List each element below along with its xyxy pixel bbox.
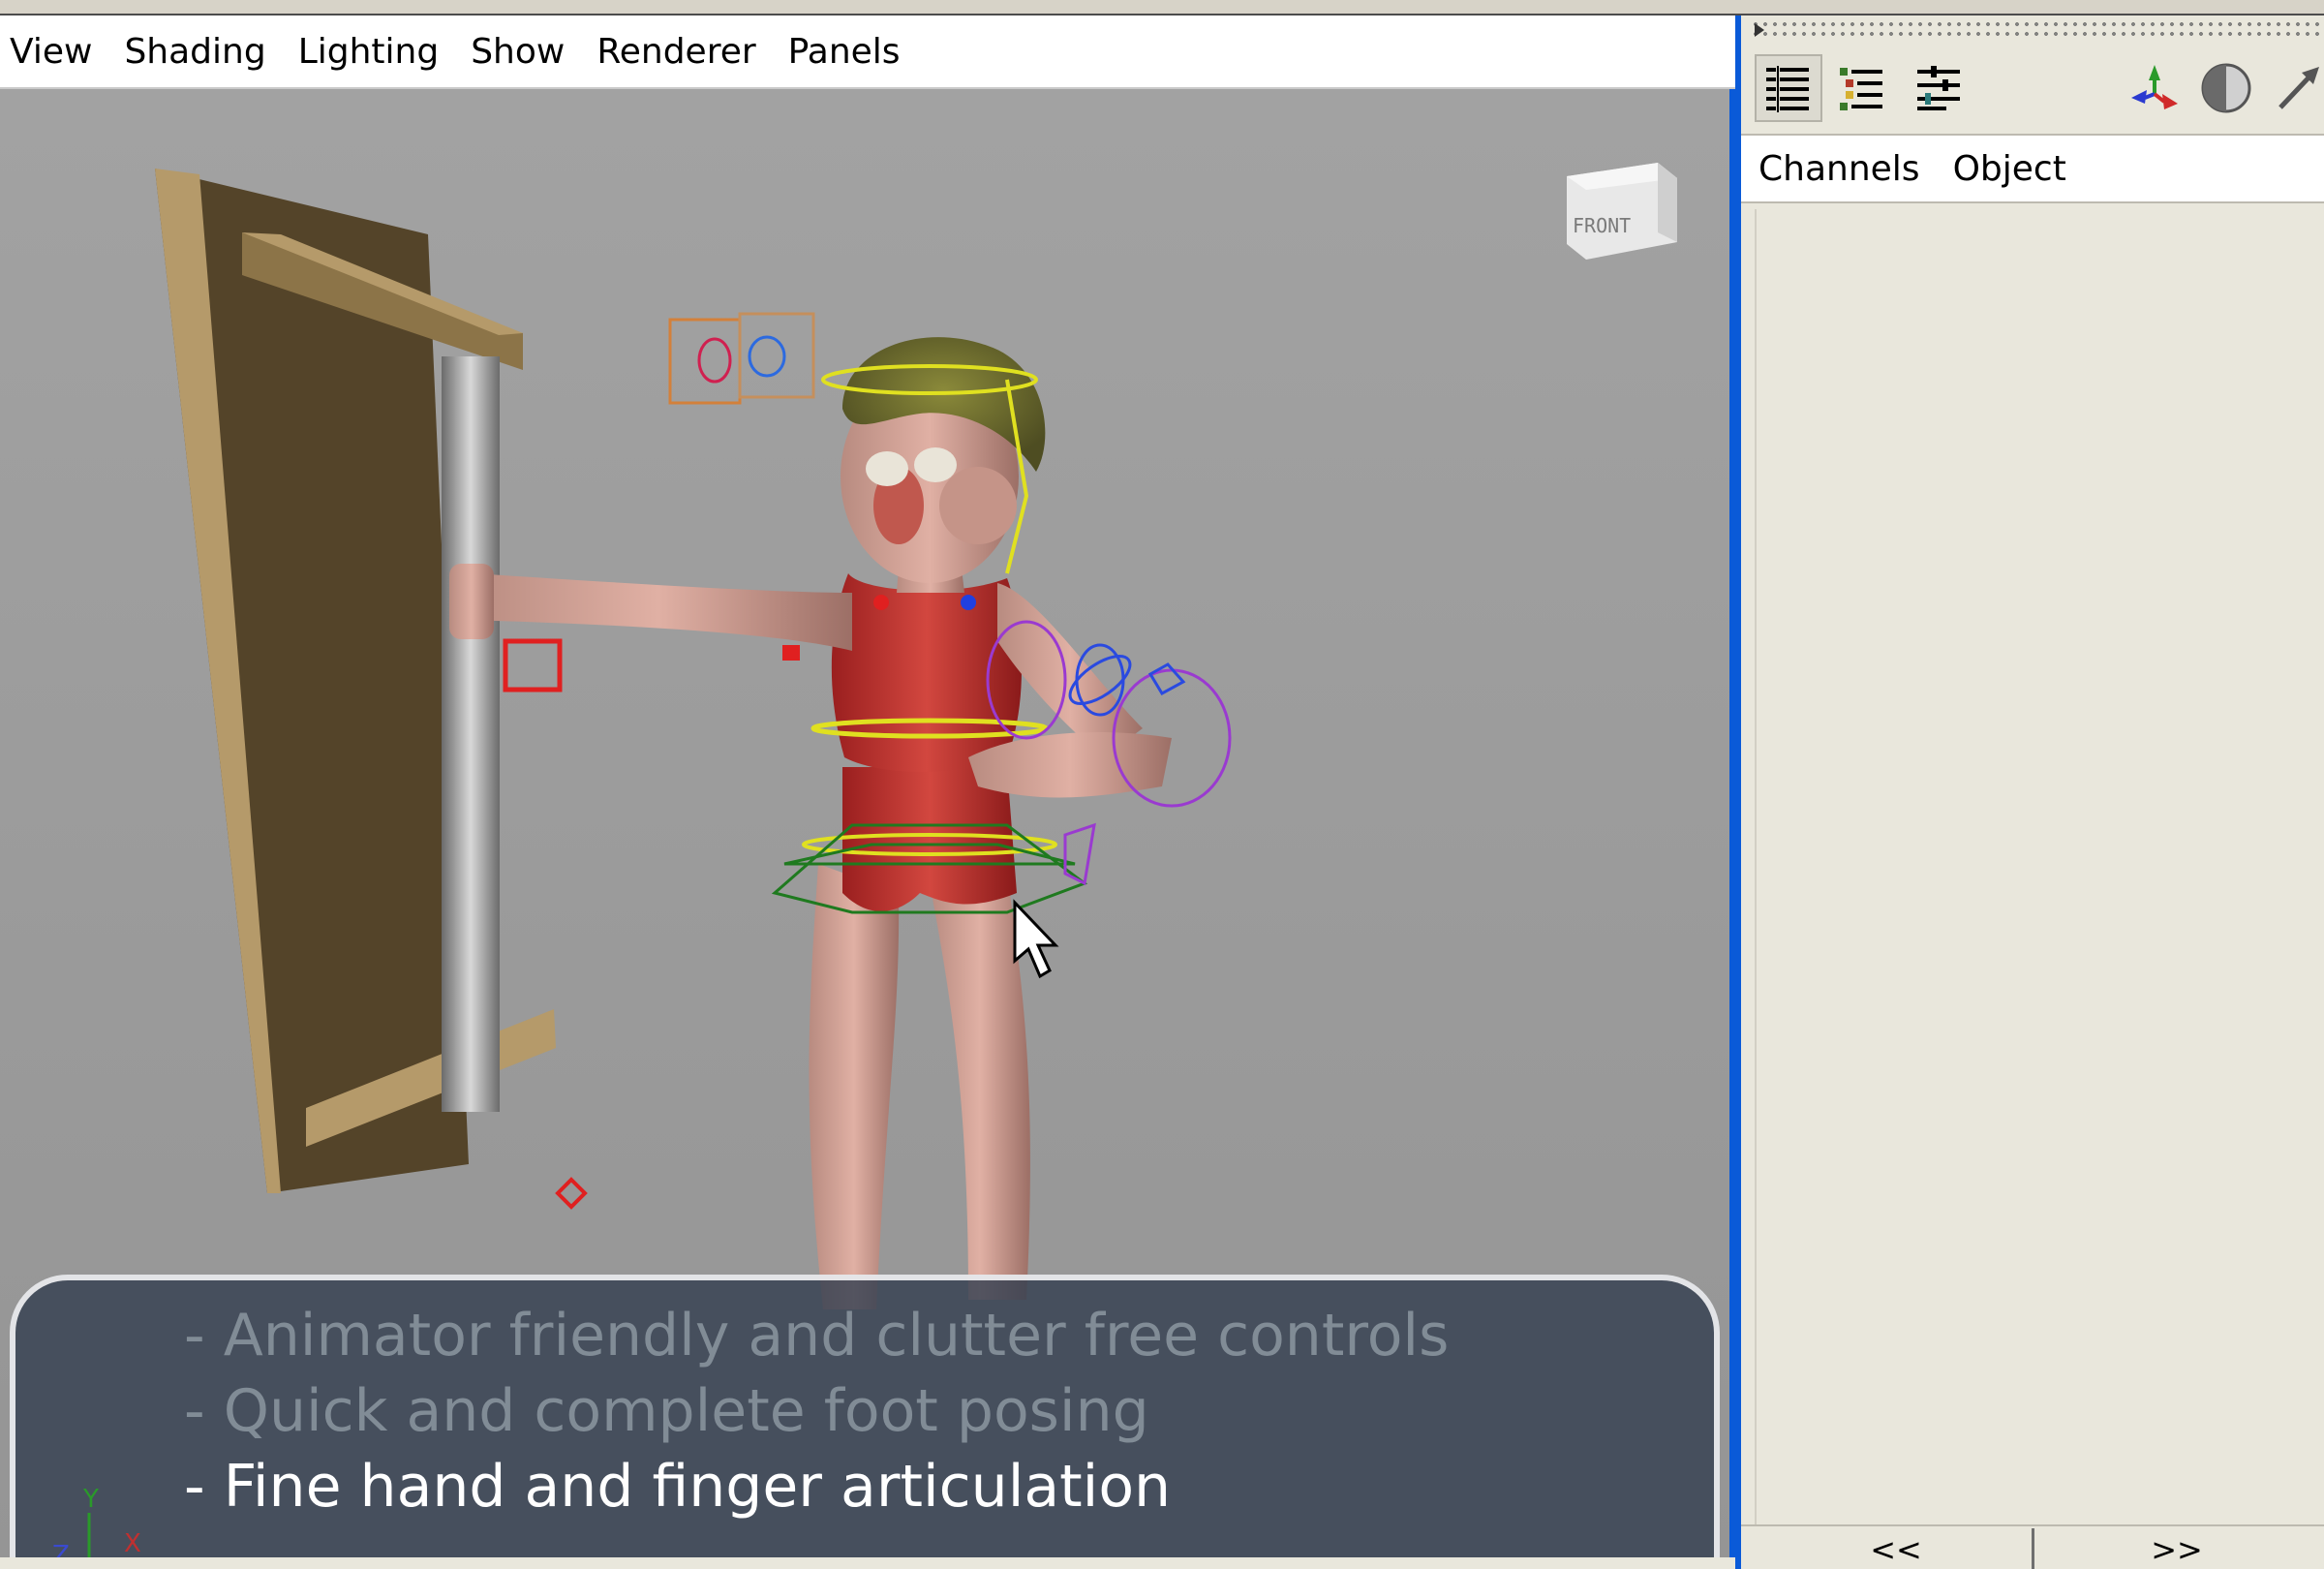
view-cube[interactable]: FRONT [1567,163,1677,260]
view-cube-label: FRONT [1573,214,1631,237]
window-top-strip [0,0,2324,15]
layer-editor-icon[interactable] [1906,54,1973,122]
viewport-panel[interactable]: View Shading Lighting Show Renderer Pane… [0,15,1739,1557]
viewport-canvas[interactable]: FRONT - Animator friendly and clutter fr… [0,89,1729,1557]
caption-overlay: - Animator friendly and clutter free con… [10,1275,1720,1557]
axis-gizmo: Y Z X [52,1485,141,1557]
menu-view[interactable]: View [10,32,92,72]
channel-box-icon[interactable] [1755,54,1822,122]
caption-line-1: - Animator friendly and clutter free con… [184,1302,1450,1369]
axis-y-label: Y [82,1485,99,1514]
nav-divider [2032,1528,2034,1569]
axis-z-label: Z [52,1541,70,1557]
arrow-tool-icon[interactable] [2264,54,2324,122]
menu-show[interactable]: Show [471,32,565,72]
menu-panels[interactable]: Panels [788,32,901,72]
nav-next-button[interactable]: >> [2061,1530,2293,1569]
viewport-menubar: View Shading Lighting Show Renderer Pane… [0,15,1739,89]
panel-collapse-arrow-icon[interactable] [1755,23,1764,37]
panel-grip[interactable] [1751,19,2322,41]
shading-ball-icon[interactable] [2192,54,2260,122]
channel-box-content[interactable] [1755,209,2324,1526]
channel-box-panel: Channels Object << >> [1735,15,2324,1569]
menu-lighting[interactable]: Lighting [298,32,440,72]
menu-shading[interactable]: Shading [124,32,265,72]
tab-object[interactable]: Object [1953,149,2066,189]
channel-box-nav: << >> [1741,1524,2324,1569]
caption-line-3: - Fine hand and finger articulation [184,1453,1172,1521]
channel-box-toolbar [1741,45,2324,136]
nav-prev-button[interactable]: << [1780,1530,2012,1569]
caption-line-2: - Quick and complete foot posing [184,1377,1149,1445]
axis-tool-icon[interactable] [2121,54,2188,122]
tab-channels[interactable]: Channels [1758,149,1920,189]
channel-box-tabs: Channels Object [1741,136,2324,203]
maya-window: View Shading Lighting Show Renderer Pane… [0,0,2324,1569]
axis-x-label: X [124,1529,141,1557]
menu-renderer[interactable]: Renderer [596,32,755,72]
attribute-list-icon[interactable] [1828,54,1896,122]
